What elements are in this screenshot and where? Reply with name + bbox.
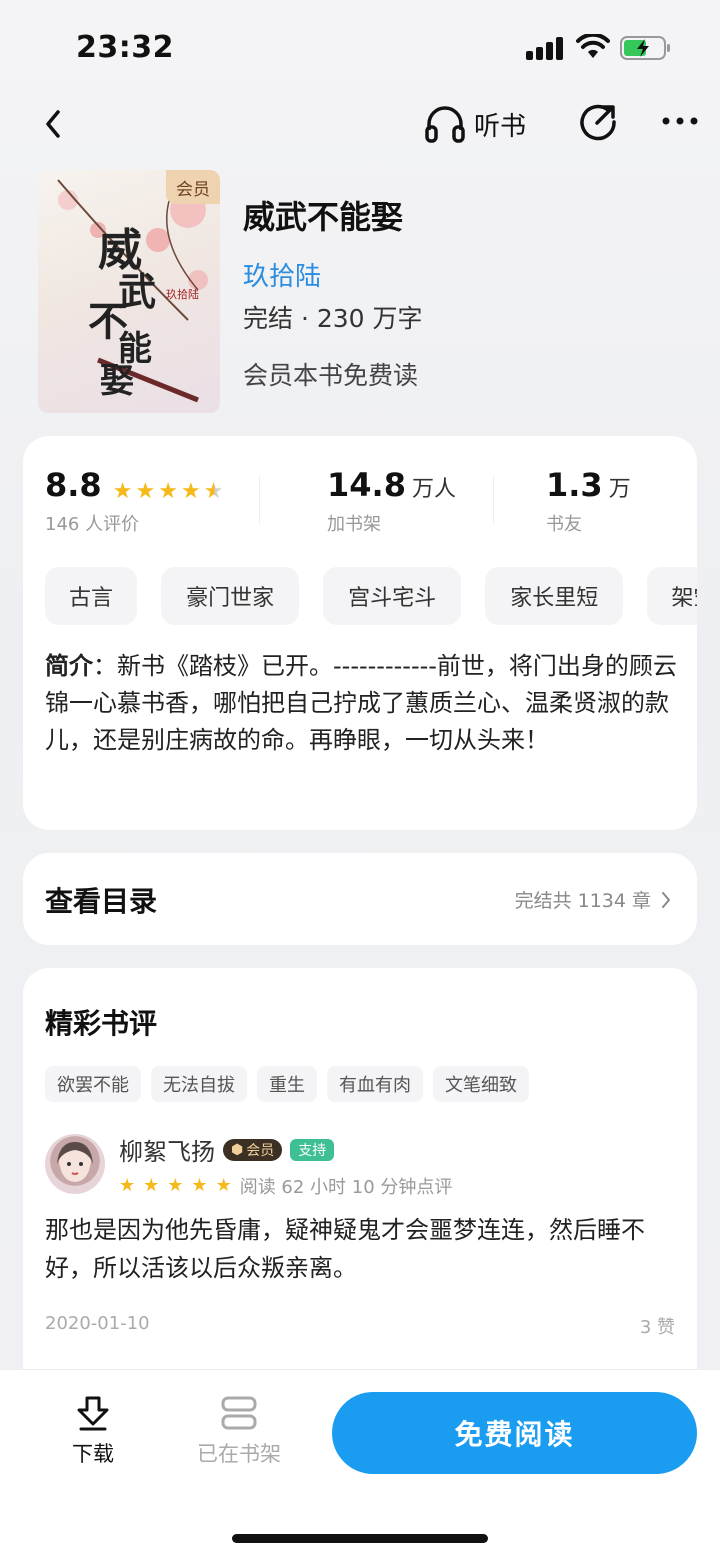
chevron-right-icon (662, 891, 670, 908)
book-meta: 完结 · 230 万字 (243, 304, 423, 333)
star-icon: ★ (135, 478, 156, 504)
in-shelf-label: 已在书架 (197, 1442, 281, 1466)
review-tag[interactable]: 文笔细致 (433, 1066, 529, 1102)
half-star-icon: ★ (203, 478, 224, 504)
reviewer-info: 柳絮飞扬 ⬢ 会员 支持 (119, 1132, 335, 1167)
intro-label: 简介 (45, 652, 93, 680)
star-icon: ★ (191, 1175, 208, 1196)
toc-card[interactable]: 查看目录 完结共 1134 章 (23, 853, 697, 945)
star-icon: ★ (167, 1175, 184, 1196)
back-arrow-icon[interactable] (36, 102, 72, 146)
headphones-icon (425, 106, 465, 143)
toc-chapter-count: 完结共 1134 章 (514, 890, 651, 912)
download-button[interactable]: 下载 (72, 1394, 114, 1468)
more-icon[interactable] (660, 106, 700, 136)
reviews-card: 精彩书评 欲罢不能 无法自拔 重生 有血有肉 文笔细致 柳絮飞扬 ⬢ 会员 支持 … (23, 968, 697, 1388)
in-shelf-button[interactable]: 已在书架 (197, 1394, 281, 1468)
avatar-image (57, 1142, 93, 1182)
review-text[interactable]: 那也是因为他先昏庸，疑神疑鬼才会噩梦连连，然后睡不好，所以活该以后众叛亲离。 (45, 1211, 685, 1287)
rating-score: 8.8 (45, 466, 102, 504)
download-icon (77, 1396, 109, 1431)
listen-label: 听书 (474, 111, 527, 142)
vip-badge-icon: ⬢ (231, 1141, 244, 1158)
wifi-icon (576, 34, 610, 58)
toc-title: 查看目录 (45, 885, 158, 918)
book-info-card: 8.8 ★ ★ ★ ★ ★ 146 人评价 14.8 万人 加书架 1.3 万 书友… (23, 436, 697, 830)
genre-tag[interactable]: 家长里短 (485, 567, 624, 625)
star-icon: ★ (112, 478, 133, 504)
share-icon[interactable] (578, 102, 618, 142)
signal-icon (526, 36, 566, 60)
bottom-bar: 下载 已在书架 免费阅读 (0, 1369, 720, 1559)
shelf-label: 加书架 (327, 514, 381, 535)
vip-badge: ⬢ 会员 (223, 1138, 283, 1161)
rating-label: 146 人评价 (45, 514, 140, 535)
book-free-note: 会员本书免费读 (243, 361, 419, 390)
status-bar: 23:32 (0, 0, 720, 90)
svg-text:玖拾陆: 玖拾陆 (166, 287, 199, 301)
review-tags: 欲罢不能 无法自拔 重生 有血有肉 文笔细致 (45, 1066, 529, 1102)
reviewer-name[interactable]: 柳絮飞扬 (119, 1132, 215, 1167)
friends-unit: 万 (608, 477, 631, 502)
svg-text:娶: 娶 (100, 361, 134, 401)
shelf-stat: 14.8 万人 加书架 (327, 466, 456, 536)
vip-badge-label: 会员 (246, 1142, 275, 1159)
book-intro[interactable]: 简介：新书《踏枝》已开。------------前世，将门出身的顾云锦一心慕书香… (45, 648, 681, 759)
avatar[interactable] (45, 1134, 105, 1194)
friends-count: 1.3 (546, 466, 603, 504)
shelf-count: 14.8 (327, 466, 406, 504)
review-tag[interactable]: 有血有肉 (327, 1066, 423, 1102)
bookshelf-icon (221, 1396, 257, 1430)
review-meta: ★ ★ ★ ★ ★ 阅读 62 小时 10 分钟点评 (119, 1173, 452, 1199)
star-icon: ★ (143, 1175, 160, 1196)
review-tag[interactable]: 重生 (257, 1066, 317, 1102)
star-icon: ★ (119, 1175, 136, 1196)
battery-icon (620, 36, 670, 60)
toc-info: 完结共 1134 章 (515, 886, 671, 913)
rating-stars: ★ ★ ★ ★ ★ (112, 478, 224, 504)
read-time: 阅读 62 小时 10 分钟点评 (239, 1177, 453, 1198)
rating-stat[interactable]: 8.8 ★ ★ ★ ★ ★ 146 人评价 (45, 466, 223, 536)
reviews-title: 精彩书评 (45, 1007, 158, 1040)
nav-bar: 听书 (0, 96, 720, 152)
friends-label: 书友 (546, 514, 582, 535)
book-cover[interactable]: 威 武 不 能 娶 玖拾陆 会员 (38, 170, 220, 413)
review-date: 2020-01-10 (45, 1313, 150, 1334)
divider (259, 476, 260, 524)
genre-tag[interactable]: 豪门世家 (161, 567, 300, 625)
intro-text: ：新书《踏枝》已开。------------前世，将门出身的顾云锦一心慕书香，哪… (45, 652, 677, 754)
genre-tag[interactable]: 宫斗宅斗 (323, 567, 462, 625)
review-tag[interactable]: 无法自拔 (151, 1066, 247, 1102)
home-indicator (232, 1534, 488, 1543)
book-title: 威武不能娶 (243, 198, 404, 236)
genre-tag[interactable]: 架空 (647, 567, 697, 625)
support-badge: 支持 (290, 1138, 335, 1161)
cover-vip-badge: 会员 (166, 170, 220, 204)
shelf-unit: 万人 (411, 477, 456, 502)
divider (493, 476, 494, 524)
download-label: 下载 (72, 1442, 114, 1466)
star-icon: ★ (158, 478, 178, 504)
star-icon: ★ (180, 478, 201, 504)
review-likes[interactable]: 3 赞 (640, 1313, 675, 1339)
genre-tags: 古言 豪门世家 宫斗宅斗 家长里短 架空 (45, 567, 697, 627)
genre-tag[interactable]: 古言 (45, 567, 137, 625)
book-author[interactable]: 玖拾陆 (243, 256, 321, 293)
listen-button[interactable]: 听书 (424, 104, 526, 144)
status-time: 23:32 (76, 30, 174, 65)
free-read-button[interactable]: 免费阅读 (332, 1392, 697, 1474)
friends-stat[interactable]: 1.3 万 书友 (546, 466, 631, 536)
review-tag[interactable]: 欲罢不能 (45, 1066, 141, 1102)
cover-art: 威 武 不 能 娶 玖拾陆 (57, 179, 208, 403)
star-icon: ★ (215, 1175, 232, 1196)
